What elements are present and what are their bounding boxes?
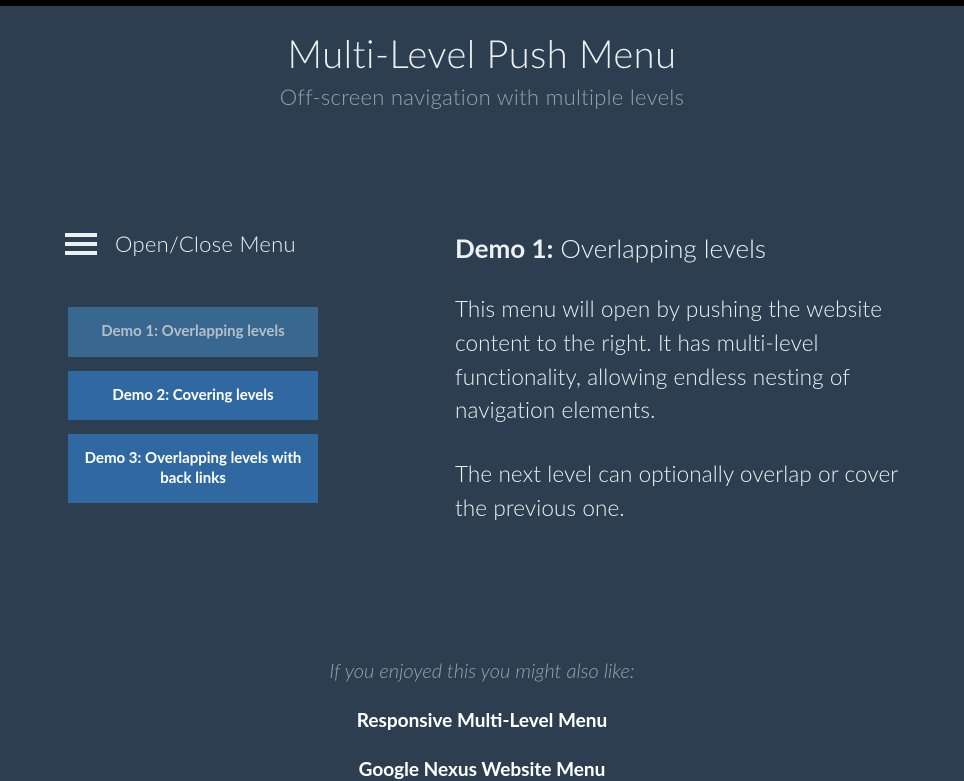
related-intro: If you enjoyed this you might also like:	[0, 659, 964, 683]
related-link-2[interactable]: Google Nexus Website Menu	[0, 758, 964, 781]
demo-link-3[interactable]: Demo 3: Overlapping levels with back lin…	[68, 434, 318, 503]
demo-link-1[interactable]: Demo 1: Overlapping levels	[68, 307, 318, 357]
menu-trigger-label: Open/Close Menu	[115, 230, 296, 257]
demo-heading-strong: Demo 1:	[455, 232, 553, 264]
demo-heading: Demo 1: Overlapping levels	[455, 232, 934, 264]
demo-link-2[interactable]: Demo 2: Covering levels	[68, 371, 318, 421]
demo-nav: Demo 1: Overlapping levels Demo 2: Cover…	[65, 307, 455, 503]
hamburger-icon[interactable]	[65, 233, 97, 255]
right-column: Demo 1: Overlapping levels This menu wil…	[455, 230, 954, 555]
left-column: Open/Close Menu Demo 1: Overlapping leve…	[65, 230, 455, 555]
page-title: Multi-Level Push Menu	[20, 31, 944, 77]
page-subtitle: Off-screen navigation with multiple leve…	[20, 83, 944, 110]
content-paragraph-2: The next level can optionally overlap or…	[455, 457, 934, 525]
header: Multi-Level Push Menu Off-screen navigat…	[0, 6, 964, 110]
demo-heading-suffix: Overlapping levels	[553, 232, 766, 264]
related-section: If you enjoyed this you might also like:…	[0, 659, 964, 781]
main: Open/Close Menu Demo 1: Overlapping leve…	[0, 110, 964, 555]
content-paragraph-1: This menu will open by pushing the websi…	[455, 292, 934, 427]
related-link-1[interactable]: Responsive Multi-Level Menu	[0, 709, 964, 732]
menu-trigger[interactable]: Open/Close Menu	[65, 230, 455, 257]
